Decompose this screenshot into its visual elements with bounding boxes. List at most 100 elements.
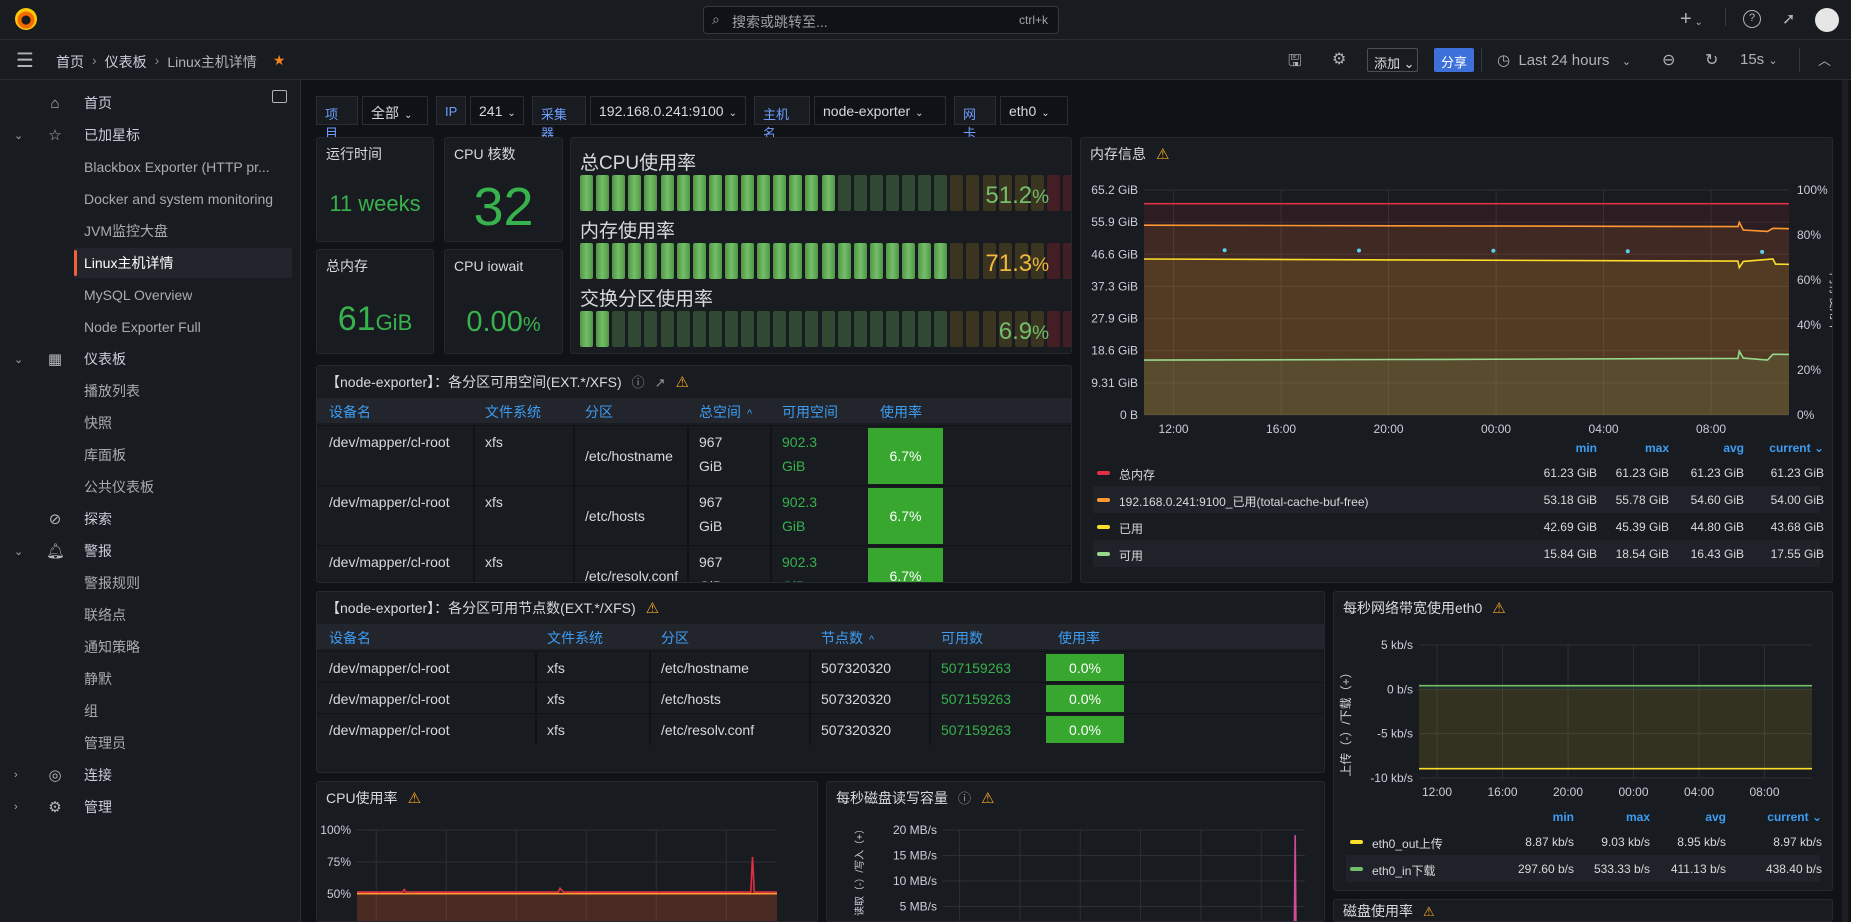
legend-header[interactable]: current ⌄ [1769,441,1824,455]
legend-item[interactable]: 192.168.0.241:9100_已用(total-cache-buf-fr… [1093,486,1824,513]
column-header[interactable]: 总空间 ^ [699,402,752,422]
legend-header[interactable]: current ⌄ [1767,810,1822,824]
star-icon[interactable]: ★ [273,52,286,72]
sidebar-item[interactable]: Node Exporter Full [0,312,292,342]
sidebar-item[interactable]: Blackbox Exporter (HTTP pr... [0,152,292,182]
time-range-picker[interactable]: ◷ Last 24 hours ⌄ [1497,51,1631,69]
column-header[interactable]: 可用空间 [782,402,838,422]
search-input[interactable]: ⌕ 搜索或跳转至... ctrl+k [703,6,1059,34]
chevron-down-icon[interactable]: ⌄ [14,129,23,142]
sidebar-item[interactable]: 通知策略 [0,632,292,662]
sidebar-item[interactable]: 快照 [0,408,292,438]
panel-title: 每秒磁盘读写容量 ⓘ ⚠ [836,790,995,807]
column-header[interactable]: 设备名 [329,628,371,648]
menu-icon[interactable]: ☰ [16,48,34,73]
legend-item[interactable]: eth0_in下载 297.60 b/s 533.33 b/s 411.13 b/s 4… [1346,855,1822,882]
save-icon[interactable]: 🖫 [1288,50,1302,77]
legend-item[interactable]: 总内存 61.23 GiB 61.23 GiB 61.23 GiB 61.23 GiB [1093,459,1824,486]
breadcrumb-dashboards[interactable]: 仪表板 [105,52,147,72]
external-link-icon[interactable]: ↗ [655,375,666,390]
share-button[interactable]: 分享 [1434,48,1474,72]
sidebar-item[interactable]: ⌄ 🔔︎ 警报 [0,536,292,566]
sidebar-item[interactable]: ⌂ 首页 [0,88,292,118]
x-tick-label: 20:00 [1553,785,1583,799]
warning-icon[interactable]: ⚠ [676,374,689,391]
column-header[interactable]: 使用率 [880,402,922,422]
grafana-logo[interactable] [15,8,37,30]
series-area [1294,835,1296,921]
legend-item[interactable]: 已用 42.69 GiB 45.39 GiB 44.80 GiB 43.68 GiB [1093,513,1824,540]
sidebar-item[interactable]: 库面板 [0,440,292,470]
plus-icon[interactable]: + ⌄ [1680,8,1703,31]
variable-select[interactable]: node-exporter ⌄ [814,96,946,125]
sidebar-item[interactable]: Docker and system monitoring [0,184,292,214]
collapse-icon[interactable]: ︿ [1818,50,1831,69]
sidebar-item[interactable]: 组 [0,696,292,726]
column-header[interactable]: 使用率 [1058,628,1100,648]
legend-item[interactable]: 可用 15.84 GiB 18.54 GiB 16.43 GiB 17.55 GiB [1093,540,1824,567]
legend-header[interactable]: avg [1705,810,1726,824]
chevron-down-icon[interactable]: ⌄ [14,545,23,558]
legend-header[interactable]: max [1645,441,1669,455]
legend-header[interactable]: avg [1723,441,1744,455]
variable-select[interactable]: eth0 ⌄ [1000,96,1068,125]
legend-header[interactable]: min [1553,810,1574,824]
legend-item[interactable]: eth0_out上传 8.87 kb/s 9.03 kb/s 8.95 kb/s 8.9… [1346,828,1822,855]
column-header[interactable]: 文件系统 [547,628,603,648]
sidebar-item[interactable]: ⌄ ▦ 仪表板 [0,344,292,374]
sidebar-item[interactable]: MySQL Overview [0,280,292,310]
memory-chart: 0 B 9.31 GiB 18.6 GiB 27.9 GiB 37.3 GiB 46.6 … [1091,183,1832,436]
column-header[interactable]: 设备名 [329,402,371,422]
sidebar-item[interactable]: 播放列表 [0,376,292,406]
variable-select[interactable]: 192.168.0.241:9100 ⌄ [590,96,746,125]
sidebar-item[interactable]: › ◎ 连接 [0,760,292,790]
chevron-right-icon[interactable]: › [14,769,18,781]
warning-icon[interactable]: ⚠ [1492,600,1505,617]
sidebar-item[interactable]: › ⚙ 管理 [0,792,292,822]
refresh-icon[interactable]: ↻ [1705,50,1718,70]
chevron-down-icon[interactable]: ⌄ [14,353,23,366]
help-icon[interactable]: ? [1743,10,1761,28]
legend-header[interactable]: min [1576,441,1597,455]
warning-icon[interactable]: ⚠ [1423,904,1435,919]
table-cell: 967 GiB [699,554,723,582]
refresh-interval-picker[interactable]: 15s ⌄ [1740,51,1778,68]
warning-icon[interactable]: ⚠ [1156,146,1169,163]
settings-icon[interactable]: ⚙ [1332,49,1346,69]
variable-select[interactable]: 241 ⌄ [470,96,524,125]
sidebar-item[interactable]: 公共仪表板 [0,472,292,502]
gauge-segment [902,175,915,211]
info-icon[interactable]: ⓘ [958,791,971,806]
page-scrollbar[interactable] [1842,80,1848,922]
zoom-out-icon[interactable]: ⊖ [1662,50,1675,70]
sidebar-item[interactable]: JVM监控大盘 [0,216,292,246]
news-icon[interactable]: ➚ [1782,9,1795,29]
series-swatch [1350,866,1363,871]
column-header[interactable]: 分区 [661,628,689,648]
sidebar-item[interactable]: 联络点 [0,600,292,630]
info-icon[interactable]: ⓘ [632,375,645,390]
column-header[interactable]: 文件系统 [485,402,541,422]
column-header[interactable]: 分区 [585,402,613,422]
cell-divider [770,486,772,546]
avatar[interactable] [1815,8,1839,32]
bar-gauge-panel: 总CPU使用率 51.2% 内存使用率 71.3% 交换分区使用率 6.9% [570,137,1072,354]
legend-max: 9.03 kb/s [1601,834,1650,849]
sidebar-item[interactable]: Linux主机详情 [74,248,292,278]
sidebar-item[interactable]: ⌄ ☆ 已加星标 [0,120,292,150]
chevron-right-icon[interactable]: › [14,801,18,813]
column-header[interactable]: 可用数 [941,628,983,648]
breadcrumb-home[interactable]: 首页 [56,52,84,72]
warning-icon[interactable]: ⚠ [646,600,659,617]
column-header[interactable]: 节点数 ^ [821,628,874,648]
warning-icon[interactable]: ⚠ [981,790,994,807]
sidebar-item[interactable]: ⊘ 探索 [0,504,292,534]
legend-header[interactable]: max [1626,810,1650,824]
warning-icon[interactable]: ⚠ [408,790,421,807]
sidebar-item[interactable]: 管理员 [0,728,292,758]
sidebar-item[interactable]: 警报规则 [0,568,292,598]
y-tick-label: 5 MB/s [900,900,937,914]
variable-select[interactable]: 全部 ⌄ [362,96,428,125]
add-button[interactable]: 添加 ⌄ [1367,48,1418,72]
sidebar-item[interactable]: 静默 [0,664,292,694]
